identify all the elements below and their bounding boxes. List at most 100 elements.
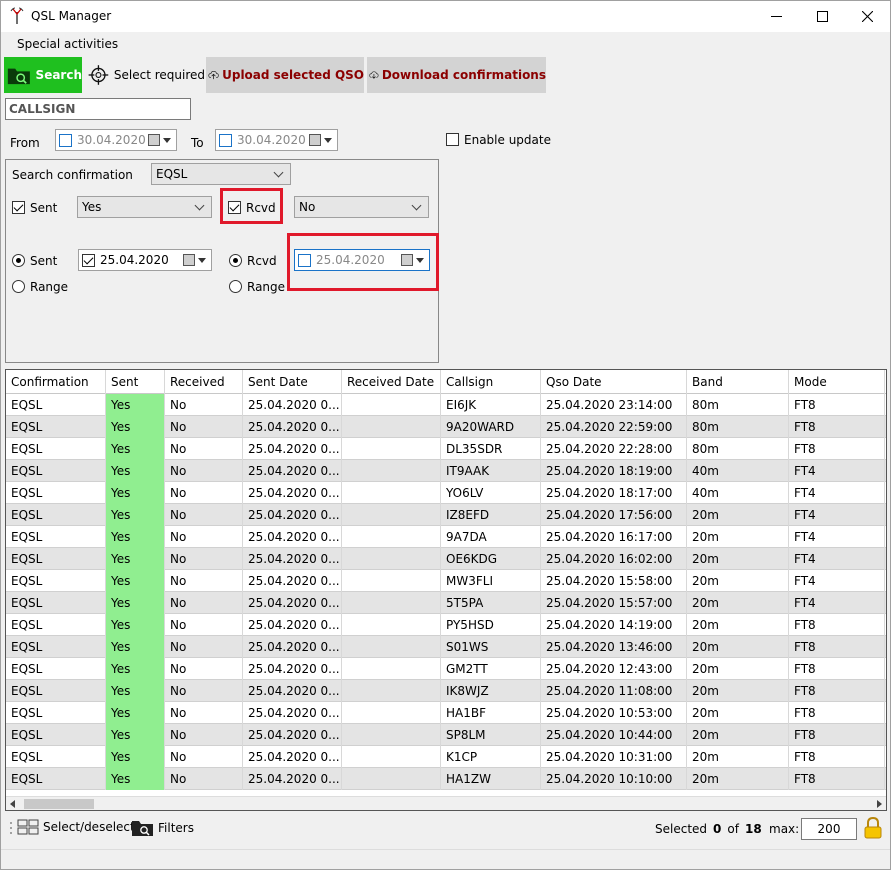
dropdown-arrow-icon [324, 138, 332, 143]
table-row[interactable]: EQSL Yes No 25.04.2020 0... HA1BF 25.04.2020 … [6, 702, 886, 724]
table-row[interactable]: EQSL Yes No 25.04.2020 0... SP8LM 25.04.2020 … [6, 724, 886, 746]
table-row[interactable]: EQSL Yes No 25.04.2020 0... IK8WJZ 25.04.2020… [6, 680, 886, 702]
cell-qso-date: 25.04.2020 15:58:00 [541, 570, 687, 592]
table-row[interactable]: EQSL Yes No 25.04.2020 0... 9A20WARD 25.04.20… [6, 416, 886, 438]
table-row[interactable]: EQSL Yes No 25.04.2020 0... IT9AAK 25.04.2020… [6, 460, 886, 482]
column-header-qso-date[interactable]: Qso Date [541, 370, 687, 394]
window-title: QSL Manager [31, 9, 112, 23]
scroll-left-icon[interactable] [10, 800, 15, 808]
confirmation-type-select[interactable]: EQSL [151, 163, 291, 185]
sent-value-select[interactable]: Yes [77, 196, 212, 218]
to-date-checkbox[interactable] [219, 133, 232, 147]
maximize-button[interactable] [799, 1, 845, 32]
cell-callsign: IZ8EFD [441, 504, 541, 526]
column-header-received-date[interactable]: Received Date [342, 370, 441, 394]
cell-sent-date: 25.04.2020 0... [243, 416, 342, 438]
table-row[interactable]: EQSL Yes No 25.04.2020 0... HA1ZW 25.04.2020 … [6, 768, 886, 790]
cell-sent-date: 25.04.2020 0... [243, 548, 342, 570]
sent-date-picker[interactable]: 25.04.2020 [78, 249, 212, 271]
cell-sent-date: 25.04.2020 0... [243, 680, 342, 702]
cell-confirmation: EQSL [6, 592, 106, 614]
column-header-confirmation[interactable]: Confirmation [6, 370, 106, 394]
cell-mode: FT4 [789, 526, 885, 548]
table-row[interactable]: EQSL Yes No 25.04.2020 0... MW3FLI 25.04.2020… [6, 570, 886, 592]
cell-sent: Yes [106, 548, 165, 570]
cell-sent: Yes [106, 394, 165, 416]
cell-sent-date: 25.04.2020 0... [243, 702, 342, 724]
cell-confirmation: EQSL [6, 482, 106, 504]
column-header-sent[interactable]: Sent [106, 370, 165, 394]
cell-sent: Yes [106, 592, 165, 614]
search-button-label: Search [35, 68, 82, 82]
cell-confirmation: EQSL [6, 526, 106, 548]
select-required-button[interactable]: Select required [85, 57, 205, 93]
table-row[interactable]: EQSL Yes No 25.04.2020 0... S01WS 25.04.2020 … [6, 636, 886, 658]
table-row[interactable]: EQSL Yes No 25.04.2020 0... EI6JK 25.04.2020 … [6, 394, 886, 416]
menu-special-activities[interactable]: Special activities [17, 37, 118, 51]
filters-button[interactable]: Filters [131, 818, 194, 838]
column-header-mode[interactable]: Mode [789, 370, 885, 394]
from-label: From [10, 136, 40, 150]
column-header-band[interactable]: Band [687, 370, 789, 394]
cell-mode: FT4 [789, 482, 885, 504]
calendar-icon [148, 134, 160, 146]
upload-label: Upload selected QSO [222, 68, 364, 82]
scroll-right-icon[interactable] [877, 800, 882, 808]
horizontal-scrollbar[interactable] [6, 796, 886, 810]
lock-icon[interactable] [864, 817, 882, 839]
max-rows-input[interactable]: 200 [801, 818, 857, 840]
cell-mode: FT8 [789, 680, 885, 702]
table-row[interactable]: EQSL Yes No 25.04.2020 0... YO6LV 25.04.2020 … [6, 482, 886, 504]
rcvd-date-radio[interactable] [229, 254, 242, 267]
rcvd-value-select[interactable]: No [294, 196, 429, 218]
cell-received: No [165, 614, 243, 636]
cell-qso-date: 25.04.2020 18:19:00 [541, 460, 687, 482]
selected-count: 0 [713, 822, 722, 836]
cell-callsign: GM2TT [441, 658, 541, 680]
table-row[interactable]: EQSL Yes No 25.04.2020 0... IZ8EFD 25.04.2020… [6, 504, 886, 526]
cloud-upload-icon [208, 71, 219, 80]
cell-received-date [342, 438, 441, 460]
column-header-received[interactable]: Received [165, 370, 243, 394]
toolbar: Search Select required Upload selected Q… [1, 57, 890, 93]
cell-qso-date: 25.04.2020 22:59:00 [541, 416, 687, 438]
table-row[interactable]: EQSL Yes No 25.04.2020 0... K1CP 25.04.2020 1… [6, 746, 886, 768]
cell-received: No [165, 768, 243, 790]
download-confirmations-button[interactable]: Download confirmations [367, 57, 546, 93]
to-date-picker[interactable]: 30.04.2020 [215, 129, 338, 151]
cell-callsign: S01WS [441, 636, 541, 658]
cell-received: No [165, 438, 243, 460]
search-button[interactable]: Search [4, 57, 82, 93]
column-header-callsign[interactable]: Callsign [441, 370, 541, 394]
cell-band: 80m [687, 416, 789, 438]
from-date-checkbox[interactable] [59, 133, 72, 147]
table-row[interactable]: EQSL Yes No 25.04.2020 0... 5T5PA 25.04.2020 … [6, 592, 886, 614]
minimize-button[interactable] [753, 1, 799, 32]
upload-selected-qso-button[interactable]: Upload selected QSO [206, 57, 364, 93]
chevron-down-icon [194, 200, 205, 211]
sent-filter-checkbox[interactable] [12, 201, 25, 214]
callsign-input[interactable]: CALLSIGN [5, 98, 191, 120]
sent-range-radio[interactable] [12, 280, 25, 293]
grid-select-icon [17, 819, 39, 835]
table-row[interactable]: EQSL Yes No 25.04.2020 0... PY5HSD 25.04.2020… [6, 614, 886, 636]
cell-sent-date: 25.04.2020 0... [243, 460, 342, 482]
table-row[interactable]: EQSL Yes No 25.04.2020 0... DL35SDR 25.04.202… [6, 438, 886, 460]
enable-update-checkbox[interactable] [446, 133, 459, 146]
cell-sent-date: 25.04.2020 0... [243, 636, 342, 658]
cell-band: 20m [687, 614, 789, 636]
select-deselect-button[interactable]: Select/deselect [17, 819, 135, 835]
scrollbar-thumb[interactable] [24, 799, 94, 809]
from-date-picker[interactable]: 30.04.2020 [55, 129, 177, 151]
antenna-icon [10, 7, 24, 24]
table-row[interactable]: EQSL Yes No 25.04.2020 0... 9A7DA 25.04.2020 … [6, 526, 886, 548]
column-header-sent-date[interactable]: Sent Date [243, 370, 342, 394]
cell-sent-date: 25.04.2020 0... [243, 724, 342, 746]
cell-sent: Yes [106, 482, 165, 504]
sent-date-radio[interactable] [12, 254, 25, 267]
table-row[interactable]: EQSL Yes No 25.04.2020 0... GM2TT 25.04.2020 … [6, 658, 886, 680]
sent-date-checkbox[interactable] [82, 253, 95, 267]
rcvd-range-radio[interactable] [229, 280, 242, 293]
table-row[interactable]: EQSL Yes No 25.04.2020 0... OE6KDG 25.04.2020… [6, 548, 886, 570]
close-button[interactable] [844, 1, 890, 32]
